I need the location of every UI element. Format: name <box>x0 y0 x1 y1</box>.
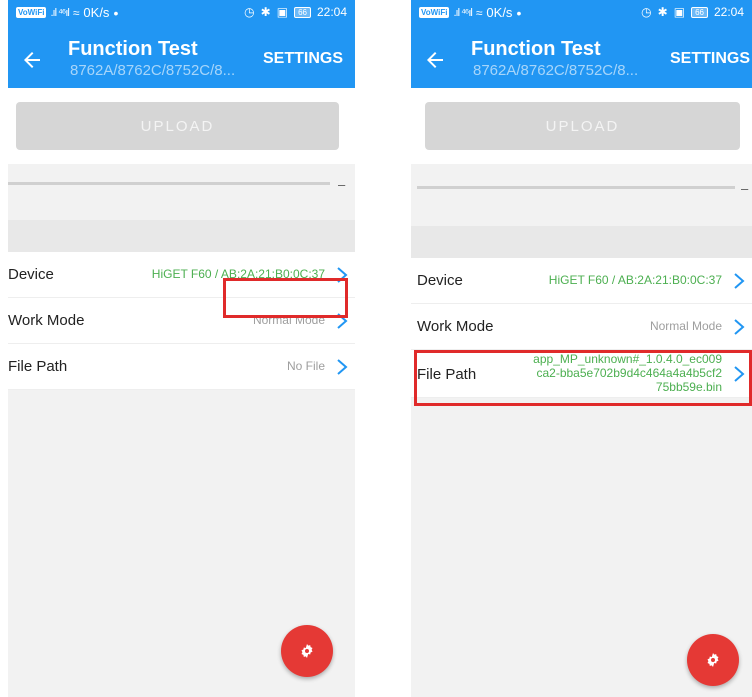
upload-area: UPLOAD <box>411 88 752 164</box>
device-value: HiGET F60 / AB:2A:21:B0:0C:37 <box>548 273 722 287</box>
alarm-icon: ◷ <box>641 5 652 19</box>
chevron-right-icon <box>734 273 745 289</box>
section-divider <box>8 220 355 252</box>
notification-dot: • <box>516 4 522 21</box>
settings-button[interactable]: SETTINGS <box>263 50 343 68</box>
status-time: 22:04 <box>713 5 744 19</box>
work-mode-row[interactable]: Work Mode Normal Mode <box>411 304 752 350</box>
highlight-box-work-mode <box>223 278 348 318</box>
status-bar: VoWiFi .ıl ⁴⁶ıl ≈ 0K/s • ◷ ✱ ▣ 66 22:04 <box>8 0 355 24</box>
nfc-icon: ▣ <box>673 5 686 19</box>
app-bar: VoWiFi .ıl ⁴⁶ıl ≈ 0K/s • ◷ ✱ ▣ 66 22:04 … <box>8 0 355 88</box>
highlight-box-file-path <box>414 350 752 406</box>
file-path-value: No File <box>286 359 325 373</box>
bluetooth-icon: ✱ <box>260 5 271 19</box>
progress-text: – <box>741 181 749 196</box>
phone-screen-left: VoWiFi .ıl ⁴⁶ıl ≈ 0K/s • ◷ ✱ ▣ 66 22:04 … <box>8 0 355 697</box>
work-mode-label: Work Mode <box>8 312 85 329</box>
device-row[interactable]: Device HiGET F60 / AB:2A:21:B0:0C:37 <box>411 258 752 304</box>
section-divider <box>411 226 752 258</box>
notification-dot: • <box>113 4 119 21</box>
volte-badge: VoWiFi <box>16 7 47 18</box>
page-title: Function Test <box>68 38 198 60</box>
page-subtitle: 8762A/8762C/8752C/8... <box>70 62 236 79</box>
file-path-row[interactable]: File Path No File <box>8 344 355 390</box>
app-bar: VoWiFi .ıl ⁴⁶ıl ≈ 0K/s • ◷ ✱ ▣ 66 22:04 … <box>411 0 752 88</box>
upload-area: UPLOAD <box>8 88 355 164</box>
gear-icon <box>707 653 719 667</box>
battery-icon: 66 <box>294 6 311 18</box>
net-speed: 0K/s <box>486 5 513 20</box>
signal-indicator: .ıl ⁴⁶ıl <box>453 6 472 19</box>
progress-bar <box>417 186 735 189</box>
progress-bar <box>8 182 330 185</box>
chevron-right-icon <box>337 359 348 375</box>
settings-button[interactable]: SETTINGS <box>670 50 750 68</box>
page-subtitle: 8762A/8762C/8752C/8... <box>473 62 639 79</box>
chevron-right-icon <box>734 319 745 335</box>
settings-fab[interactable] <box>281 625 333 677</box>
upload-button[interactable]: UPLOAD <box>16 102 339 150</box>
alarm-icon: ◷ <box>244 5 255 19</box>
wifi-icon: ≈ <box>72 5 80 20</box>
file-path-label: File Path <box>8 358 68 375</box>
upload-button[interactable]: UPLOAD <box>425 102 740 150</box>
device-label: Device <box>417 272 463 289</box>
status-bar: VoWiFi .ıl ⁴⁶ıl ≈ 0K/s • ◷ ✱ ▣ 66 22:04 <box>411 0 752 24</box>
page-title: Function Test <box>471 38 601 60</box>
battery-icon: 66 <box>691 6 708 18</box>
gear-icon <box>301 644 313 658</box>
back-arrow-icon[interactable] <box>20 48 44 72</box>
work-mode-value: Normal Mode <box>649 319 722 333</box>
work-mode-label: Work Mode <box>417 318 494 335</box>
signal-indicator: .ıl ⁴⁶ıl <box>50 6 69 19</box>
back-arrow-icon[interactable] <box>423 48 447 72</box>
settings-fab[interactable] <box>687 634 739 686</box>
device-label: Device <box>8 266 54 283</box>
wifi-icon: ≈ <box>475 5 483 20</box>
phone-screen-right: VoWiFi .ıl ⁴⁶ıl ≈ 0K/s • ◷ ✱ ▣ 66 22:04 … <box>411 0 752 697</box>
progress-text: – <box>338 177 346 192</box>
settings-list: Device HiGET F60 / AB:2A:21:B0:0C:37 Wor… <box>8 252 355 390</box>
volte-badge: VoWiFi <box>419 7 450 18</box>
status-time: 22:04 <box>316 5 347 19</box>
nfc-icon: ▣ <box>276 5 289 19</box>
net-speed: 0K/s <box>83 5 110 20</box>
bluetooth-icon: ✱ <box>657 5 668 19</box>
